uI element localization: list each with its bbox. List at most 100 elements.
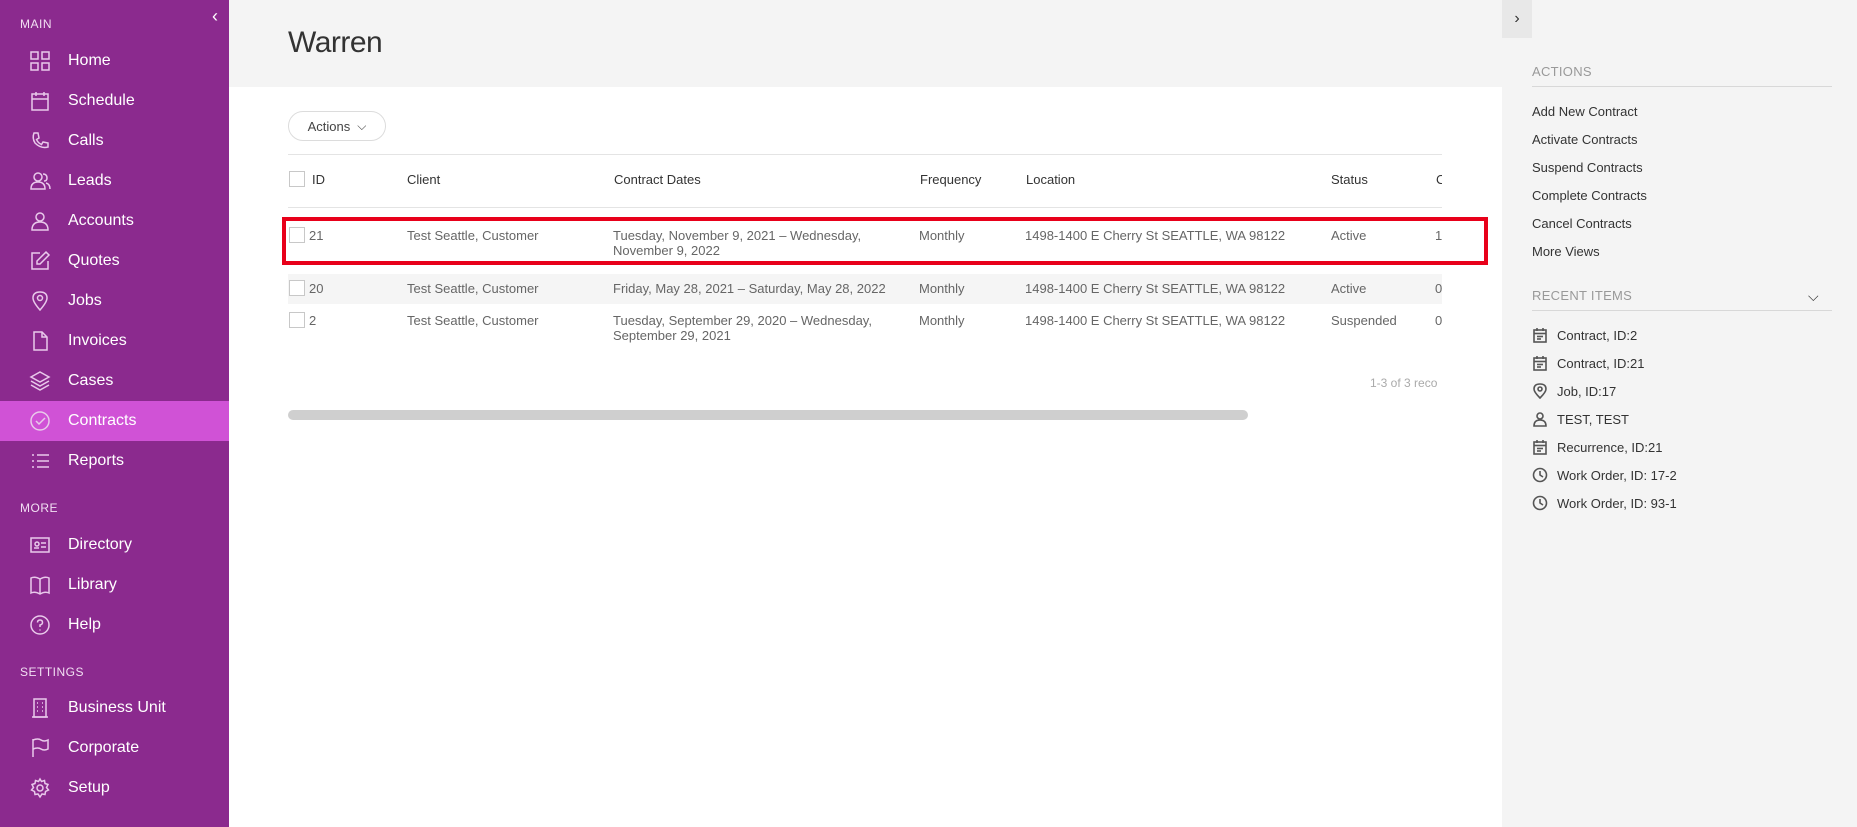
more-views-link[interactable]: More Views (1532, 244, 1600, 259)
sidebar-item-help[interactable]: Help (0, 605, 229, 645)
table-row[interactable]: 20 Test Seattle, Customer Friday, May 28… (288, 274, 1442, 304)
people-icon (29, 170, 51, 192)
sidebar-item-label: Library (68, 576, 117, 593)
layers-icon (29, 370, 51, 392)
suspend-contracts-link[interactable]: Suspend Contracts (1532, 160, 1643, 175)
add-new-contract-link[interactable]: Add New Contract (1532, 104, 1638, 119)
sidebar-item-accounts[interactable]: Accounts (0, 201, 229, 241)
recent-item[interactable]: Job, ID:17 (1532, 383, 1616, 399)
column-header-contract-dates[interactable]: Contract Dates (614, 172, 701, 187)
sidebar-item-quotes[interactable]: Quotes (0, 241, 229, 281)
sidebar-item-setup[interactable]: Setup (0, 768, 229, 808)
person-icon (1533, 412, 1547, 427)
sidebar-item-label: Quotes (68, 252, 120, 269)
recent-item[interactable]: Contract, ID:2 (1532, 327, 1637, 343)
column-header-frequency[interactable]: Frequency (920, 172, 981, 187)
cell-location: 1498-1400 E Cherry St SEATTLE, WA 98122 (1025, 281, 1286, 296)
sidebar-item-cases[interactable]: Cases (0, 361, 229, 401)
sidebar-item-invoices[interactable]: Invoices (0, 321, 229, 361)
recent-item[interactable]: TEST, TEST (1532, 411, 1629, 427)
divider (1532, 86, 1832, 87)
sidebar-item-reports[interactable]: Reports (0, 441, 229, 481)
sidebar-item-contracts[interactable]: Contracts (0, 401, 229, 441)
gear-icon (29, 777, 51, 799)
column-header-more[interactable]: C (1436, 172, 1442, 187)
cell-location: 1498-1400 E Cherry St SEATTLE, WA 98122 (1025, 228, 1286, 243)
cell-id: 21 (309, 228, 324, 243)
check-circle-icon (29, 410, 51, 432)
book-icon (29, 574, 51, 596)
cell-id: 20 (309, 281, 324, 296)
cell-dates-line2: November 9, 2022 (613, 243, 720, 258)
cell-extra: 1 (1435, 228, 1442, 243)
sidebar-item-label: Reports (68, 452, 125, 469)
column-header-status[interactable]: Status (1331, 172, 1368, 187)
cell-extra: 0 (1435, 281, 1442, 296)
actions-section-title: ACTIONS (1532, 64, 1592, 79)
cell-status: Active (1331, 281, 1367, 296)
recent-item-label: Contract, ID:2 (1557, 327, 1638, 343)
id-card-icon (29, 534, 51, 556)
sidebar-item-label: Directory (68, 536, 133, 553)
table-row[interactable]: 2 Test Seattle, Customer Tuesday, Septem… (288, 305, 1442, 350)
chevron-right-icon[interactable]: › (1502, 0, 1532, 38)
recent-item-label: Contract, ID:21 (1557, 355, 1645, 371)
cancel-contracts-link[interactable]: Cancel Contracts (1532, 216, 1632, 231)
chevron-down-icon[interactable]: ⌵ (1808, 288, 1819, 305)
cell-dates-line2: September 29, 2021 (613, 328, 731, 343)
chevron-left-icon[interactable]: ‹ (206, 6, 224, 26)
actions-dropdown-button[interactable]: Actions ⌵ (288, 111, 386, 141)
sidebar-item-corporate[interactable]: Corporate (0, 728, 229, 768)
contracts-table: ID Client Contract Dates Frequency Locat… (288, 154, 1442, 414)
sidebar-item-label: Corporate (68, 739, 140, 756)
horizontal-scrollbar[interactable] (288, 410, 1248, 420)
list-icon (29, 450, 51, 472)
sidebar-item-library[interactable]: Library (0, 565, 229, 605)
sidebar-item-label: Home (68, 52, 111, 69)
section-label-more: MORE (20, 501, 58, 515)
section-label-main: MAIN (20, 17, 52, 31)
recent-item[interactable]: Recurrence, ID:21 (1532, 439, 1663, 455)
pagination-info: 1-3 of 3 reco (1370, 376, 1438, 390)
sidebar-item-jobs[interactable]: Jobs (0, 281, 229, 321)
map-pin-icon (29, 290, 51, 312)
help-icon (29, 614, 51, 636)
column-header-client[interactable]: Client (407, 172, 440, 187)
map-pin-icon (1533, 383, 1547, 399)
recent-item-label: Work Order, ID: 93-1 (1557, 495, 1677, 511)
cell-frequency: Monthly (919, 313, 965, 328)
table-row[interactable]: 21 Test Seattle, Customer Tuesday, Novem… (288, 217, 1442, 265)
sidebar-item-label: Contracts (68, 412, 137, 429)
recent-item[interactable]: Work Order, ID: 17-2 (1532, 467, 1677, 483)
sidebar-item-schedule[interactable]: Schedule (0, 81, 229, 121)
column-header-location[interactable]: Location (1026, 172, 1075, 187)
grid-icon (29, 50, 51, 72)
sidebar-item-home[interactable]: Home (0, 41, 229, 81)
sidebar-item-business-unit[interactable]: Business Unit (0, 688, 229, 728)
building-icon (29, 697, 51, 719)
recent-item[interactable]: Work Order, ID: 93-1 (1532, 495, 1677, 511)
sidebar-item-label: Help (68, 616, 101, 633)
sidebar-item-label: Setup (68, 779, 110, 796)
sidebar-item-calls[interactable]: Calls (0, 121, 229, 161)
row-checkbox[interactable] (289, 227, 305, 243)
cell-frequency: Monthly (919, 281, 965, 296)
row-checkbox[interactable] (289, 280, 305, 296)
recent-item-label: Job, ID:17 (1557, 383, 1617, 399)
recent-item[interactable]: Contract, ID:21 (1532, 355, 1644, 371)
sidebar-item-label: Accounts (68, 212, 134, 229)
activate-contracts-link[interactable]: Activate Contracts (1532, 132, 1638, 147)
sidebar-item-directory[interactable]: Directory (0, 525, 229, 565)
section-label-settings: SETTINGS (20, 665, 85, 679)
row-checkbox[interactable] (289, 312, 305, 328)
calendar-icon (29, 90, 51, 112)
cell-id: 2 (309, 313, 317, 328)
complete-contracts-link[interactable]: Complete Contracts (1532, 188, 1647, 203)
column-header-id[interactable]: ID (312, 172, 325, 187)
edit-icon (29, 250, 51, 272)
clock-icon (1532, 495, 1548, 511)
cell-client: Test Seattle, Customer (407, 228, 539, 243)
sidebar-item-leads[interactable]: Leads (0, 161, 229, 201)
cell-extra: 0 (1435, 313, 1442, 328)
select-all-checkbox[interactable] (289, 171, 305, 187)
